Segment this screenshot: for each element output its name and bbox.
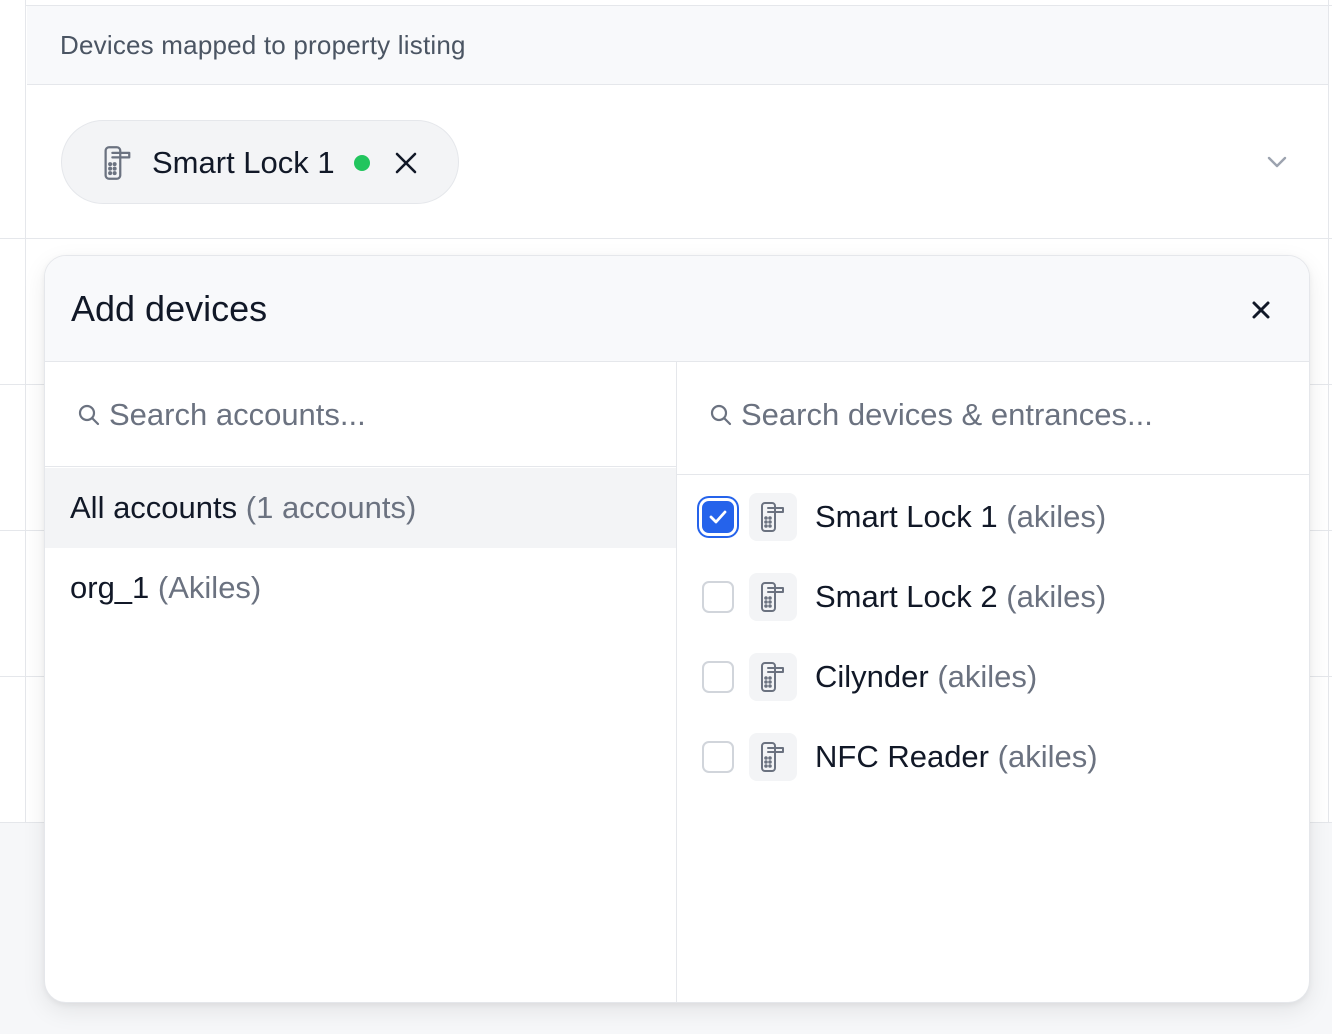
search-icon [78, 404, 100, 426]
device-item-smart-lock-1[interactable]: Smart Lock 1 (akiles) [677, 477, 1309, 557]
add-devices-popover: Add devices All accounts (1 accounts) or… [44, 255, 1310, 1003]
device-item-label: Smart Lock 1 (akiles) [815, 499, 1106, 535]
account-search-bar [45, 363, 676, 467]
smart-lock-icon [761, 502, 784, 532]
table-left-column [0, 0, 26, 822]
device-name: Smart Lock 2 [815, 579, 998, 614]
selected-device-chip: Smart Lock 1 [61, 120, 459, 204]
account-item-label: All accounts (1 accounts) [70, 490, 416, 526]
device-icon-box [749, 493, 797, 541]
device-checkbox[interactable] [702, 741, 734, 773]
device-provider: (akiles) [937, 659, 1038, 694]
device-item-label: NFC Reader (akiles) [815, 739, 1098, 775]
search-icon [710, 404, 732, 426]
device-item-nfc-reader[interactable]: NFC Reader (akiles) [677, 717, 1309, 797]
table-row-divider [0, 238, 1332, 239]
account-meta: (1 accounts) [245, 490, 417, 525]
column-header-label: Devices mapped to property listing [60, 30, 466, 60]
account-name: org_1 [70, 570, 150, 605]
popover-header: Add devices [45, 256, 1309, 362]
device-icon-box [749, 653, 797, 701]
smart-lock-icon [104, 146, 131, 180]
selected-device-label: Smart Lock 1 [152, 145, 335, 180]
table-column-header: Devices mapped to property listing [27, 6, 1328, 85]
account-meta: (Akiles) [157, 570, 262, 605]
device-search-bar [677, 363, 1309, 475]
device-search-input[interactable] [741, 387, 1289, 443]
online-status-dot [354, 155, 370, 171]
popover-title: Add devices [71, 288, 268, 329]
smart-lock-icon [761, 582, 784, 612]
device-item-label: Smart Lock 2 (akiles) [815, 579, 1106, 615]
device-checkbox[interactable] [702, 501, 734, 533]
device-item-cilynder[interactable]: Cilynder (akiles) [677, 637, 1309, 717]
table-right-edge [1328, 0, 1332, 822]
device-provider: (akiles) [1006, 499, 1107, 534]
device-provider: (akiles) [997, 739, 1098, 774]
remove-device-icon[interactable] [392, 149, 420, 177]
device-name: NFC Reader [815, 739, 989, 774]
device-item-smart-lock-2[interactable]: Smart Lock 2 (akiles) [677, 557, 1309, 637]
page: Devices mapped to property listing Smart… [0, 0, 1332, 1034]
smart-lock-icon [761, 742, 784, 772]
device-icon-box [749, 573, 797, 621]
device-name: Smart Lock 1 [815, 499, 998, 534]
smart-lock-icon [761, 662, 784, 692]
device-checkbox[interactable] [702, 581, 734, 613]
device-provider: (akiles) [1006, 579, 1107, 614]
checkmark-icon [709, 510, 727, 524]
account-item-all[interactable]: All accounts (1 accounts) [45, 468, 676, 548]
account-item-label: org_1 (Akiles) [70, 570, 261, 606]
account-item-org-1[interactable]: org_1 (Akiles) [45, 548, 676, 628]
device-name: Cilynder [815, 659, 929, 694]
chevron-down-icon[interactable] [1262, 148, 1292, 176]
device-icon-box [749, 733, 797, 781]
device-checkbox[interactable] [702, 661, 734, 693]
account-search-input[interactable] [109, 387, 649, 443]
device-item-label: Cilynder (akiles) [815, 659, 1037, 695]
account-name: All accounts [70, 490, 238, 525]
close-icon[interactable] [1247, 296, 1275, 324]
